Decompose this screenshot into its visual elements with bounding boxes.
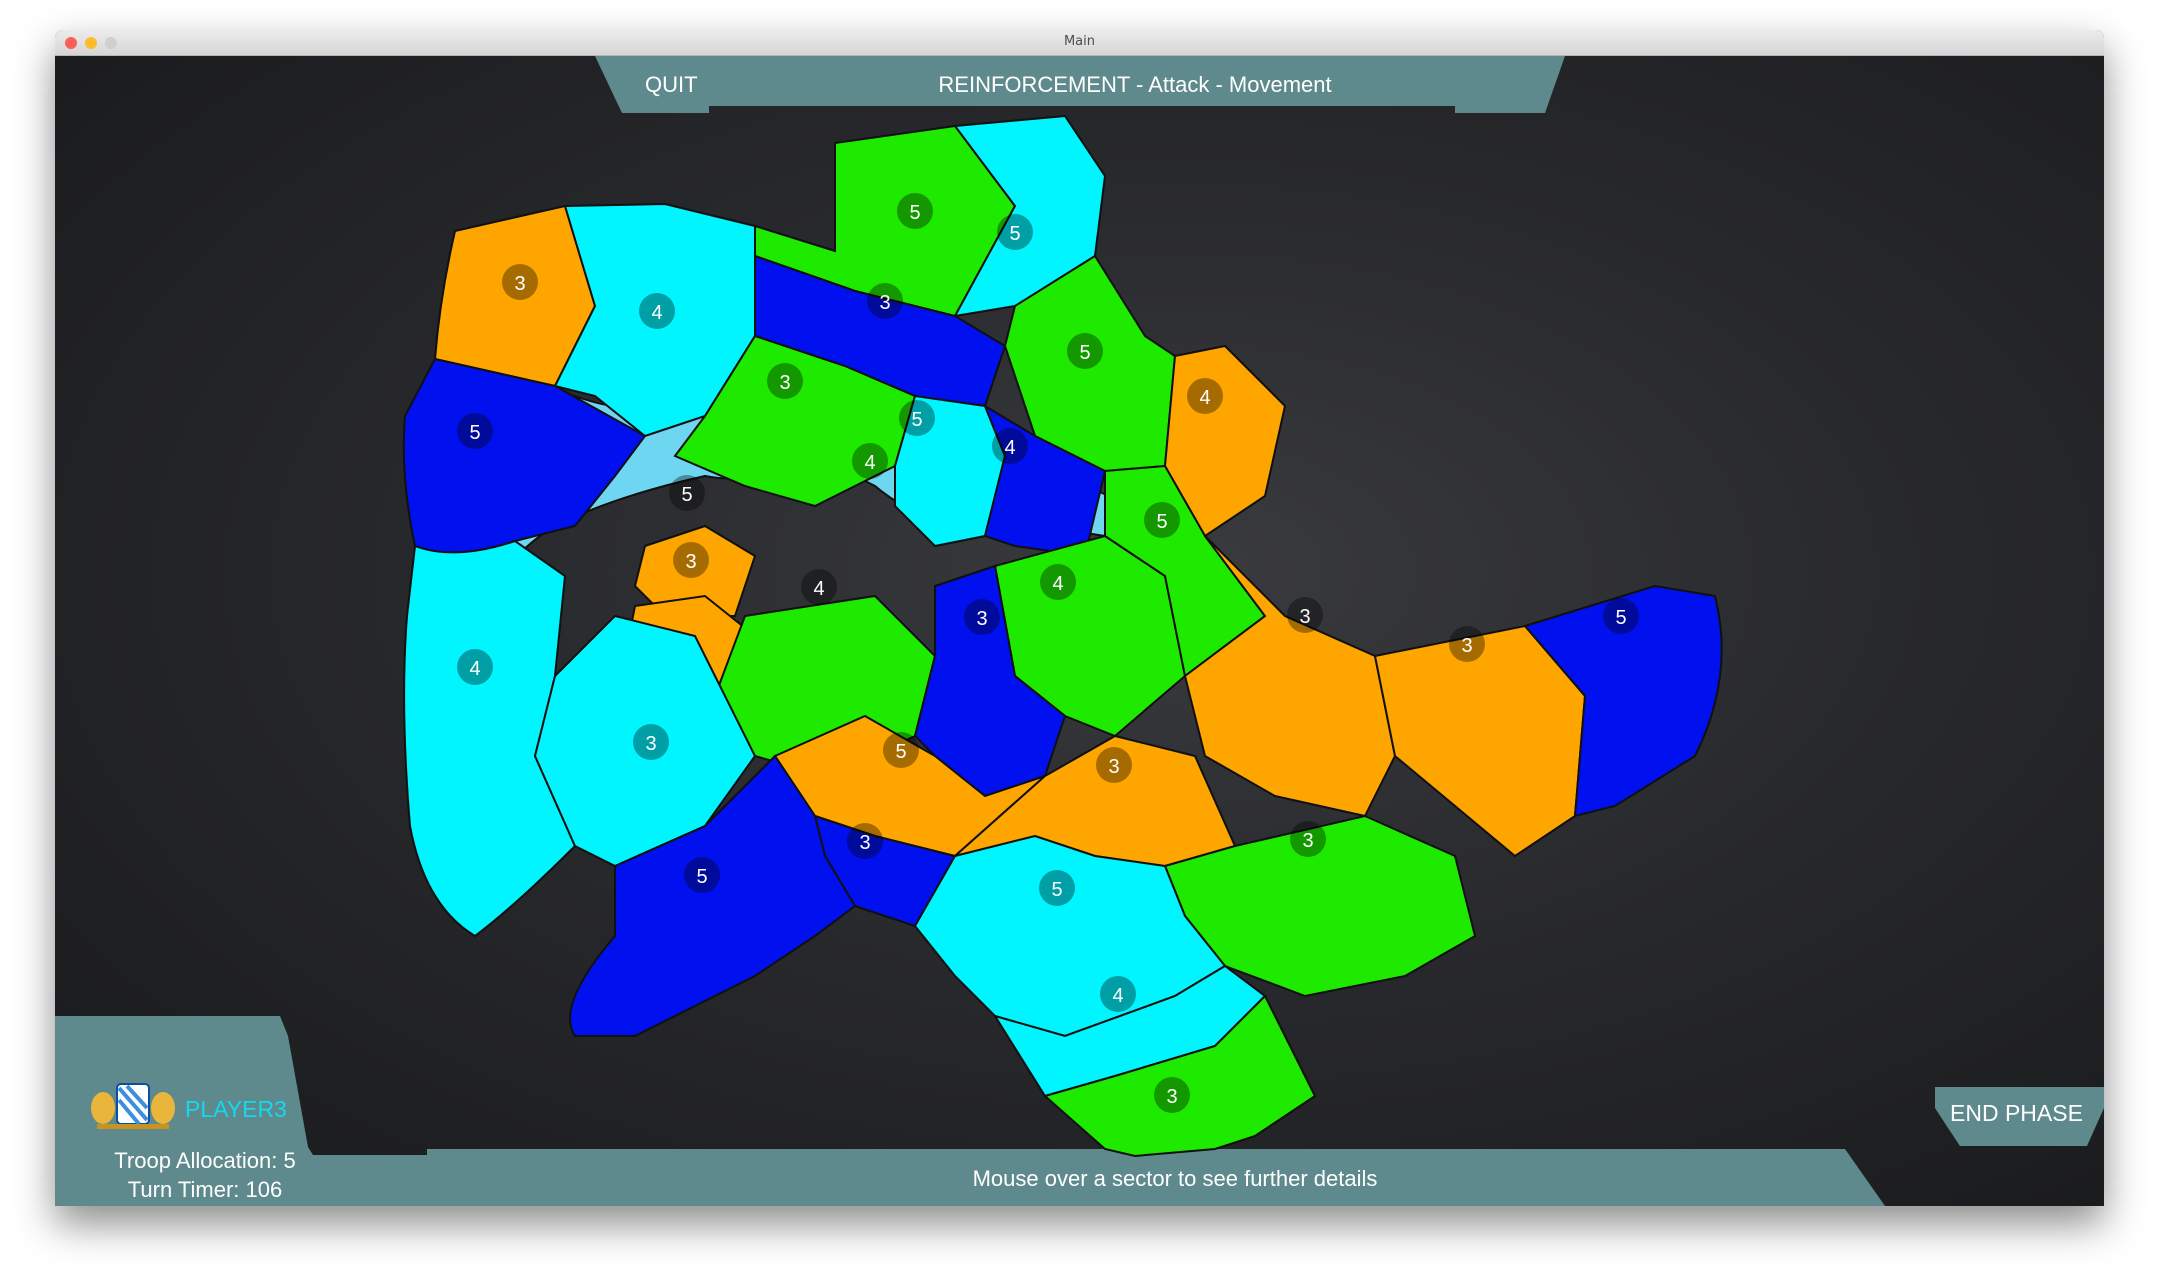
troop-count: 3: [779, 372, 790, 394]
troop-marker[interactable]: 3: [1287, 597, 1323, 633]
troop-marker[interactable]: 3: [847, 823, 883, 859]
troop-marker[interactable]: 4: [801, 569, 837, 605]
troop-count: 4: [813, 578, 824, 600]
troop-count: 4: [1199, 387, 1210, 409]
troop-marker[interactable]: 3: [767, 363, 803, 399]
troop-marker[interactable]: 5: [1067, 333, 1103, 369]
troop-marker[interactable]: 3: [1290, 821, 1326, 857]
troop-count: 4: [651, 302, 662, 324]
troop-count: 3: [1299, 606, 1310, 628]
troop-count: 5: [895, 741, 906, 763]
troop-count: 3: [645, 733, 656, 755]
troop-count: 5: [681, 484, 692, 506]
app-window: Main 5 5 3 4 3 5 4 5 3 5 4 4 5 3 5 4 4 4…: [55, 30, 2104, 1206]
troop-marker[interactable]: 4: [1100, 976, 1136, 1012]
troop-count: 3: [1461, 635, 1472, 657]
troop-count: 5: [1156, 511, 1167, 533]
troop-marker[interactable]: 5: [897, 193, 933, 229]
troop-count: 4: [1112, 985, 1123, 1007]
troop-marker[interactable]: 4: [457, 649, 493, 685]
troop-count: 3: [1166, 1086, 1177, 1108]
troop-marker[interactable]: 5: [899, 400, 935, 436]
troop-count: 5: [469, 422, 480, 444]
window-titlebar: Main: [55, 30, 2104, 56]
troop-count: 5: [909, 202, 920, 224]
troop-count: 5: [1079, 342, 1090, 364]
troop-marker[interactable]: 5: [684, 857, 720, 893]
troop-count: 3: [1302, 830, 1313, 852]
troop-allocation: Troop Allocation: 5: [114, 1148, 296, 1173]
troop-marker[interactable]: 3: [867, 283, 903, 319]
quit-button[interactable]: QUIT: [645, 72, 698, 98]
status-hint: Mouse over a sector to see further detai…: [972, 1166, 1378, 1191]
player-name: PLAYER3: [185, 1096, 287, 1122]
troop-count: 4: [1052, 573, 1063, 595]
troop-count: 3: [514, 273, 525, 295]
troop-count: 3: [1108, 756, 1119, 778]
troop-marker[interactable]: 3: [1154, 1077, 1190, 1113]
troop-count: 3: [859, 832, 870, 854]
troop-marker[interactable]: 4: [1040, 564, 1076, 600]
troop-marker[interactable]: 5: [1039, 870, 1075, 906]
troop-count: 5: [911, 409, 922, 431]
troop-marker[interactable]: 5: [457, 413, 493, 449]
troop-marker[interactable]: 3: [964, 599, 1000, 635]
turn-timer: Turn Timer: 106: [127, 1177, 283, 1202]
troop-marker[interactable]: 5: [669, 475, 705, 511]
phase-indicator: REINFORCEMENT - Attack - Movement: [938, 72, 1332, 97]
troop-count: 5: [696, 866, 707, 888]
troop-marker[interactable]: 3: [633, 724, 669, 760]
troop-marker[interactable]: 3: [502, 264, 538, 300]
troop-marker[interactable]: 5: [1144, 502, 1180, 538]
troop-marker[interactable]: 4: [639, 293, 675, 329]
troop-count: 5: [1615, 607, 1626, 629]
troop-count: 4: [1004, 437, 1015, 459]
troop-marker[interactable]: 3: [1449, 626, 1485, 662]
troop-count: 4: [864, 452, 875, 474]
troop-marker[interactable]: 3: [1096, 747, 1132, 783]
troop-count: 5: [1051, 879, 1062, 901]
troop-marker[interactable]: 4: [992, 428, 1028, 464]
troop-count: 3: [976, 608, 987, 630]
troop-marker[interactable]: 3: [673, 542, 709, 578]
end-phase-button[interactable]: END PHASE: [1950, 1100, 2083, 1127]
troop-marker[interactable]: 5: [1603, 598, 1639, 634]
troop-count: 4: [469, 658, 480, 680]
troop-count: 5: [1009, 223, 1020, 245]
troop-marker[interactable]: 5: [883, 732, 919, 768]
troop-marker[interactable]: 5: [997, 214, 1033, 250]
game-area: 5 5 3 4 3 5 4 5 3 5 4 4 5 3 5 4 4 4 3 3 …: [55, 56, 2104, 1206]
window-title: Main: [1063, 34, 1096, 49]
troop-markers: 5 5 3 4 3 5 4 5 3 5 4 4 5 3 5 4 4 4 3 3 …: [457, 193, 1639, 1113]
troop-marker[interactable]: 4: [852, 443, 888, 479]
troop-count: 3: [685, 551, 696, 573]
troop-count: 3: [879, 292, 890, 314]
troop-marker[interactable]: 4: [1187, 378, 1223, 414]
player-crest-icon: [91, 1083, 175, 1129]
